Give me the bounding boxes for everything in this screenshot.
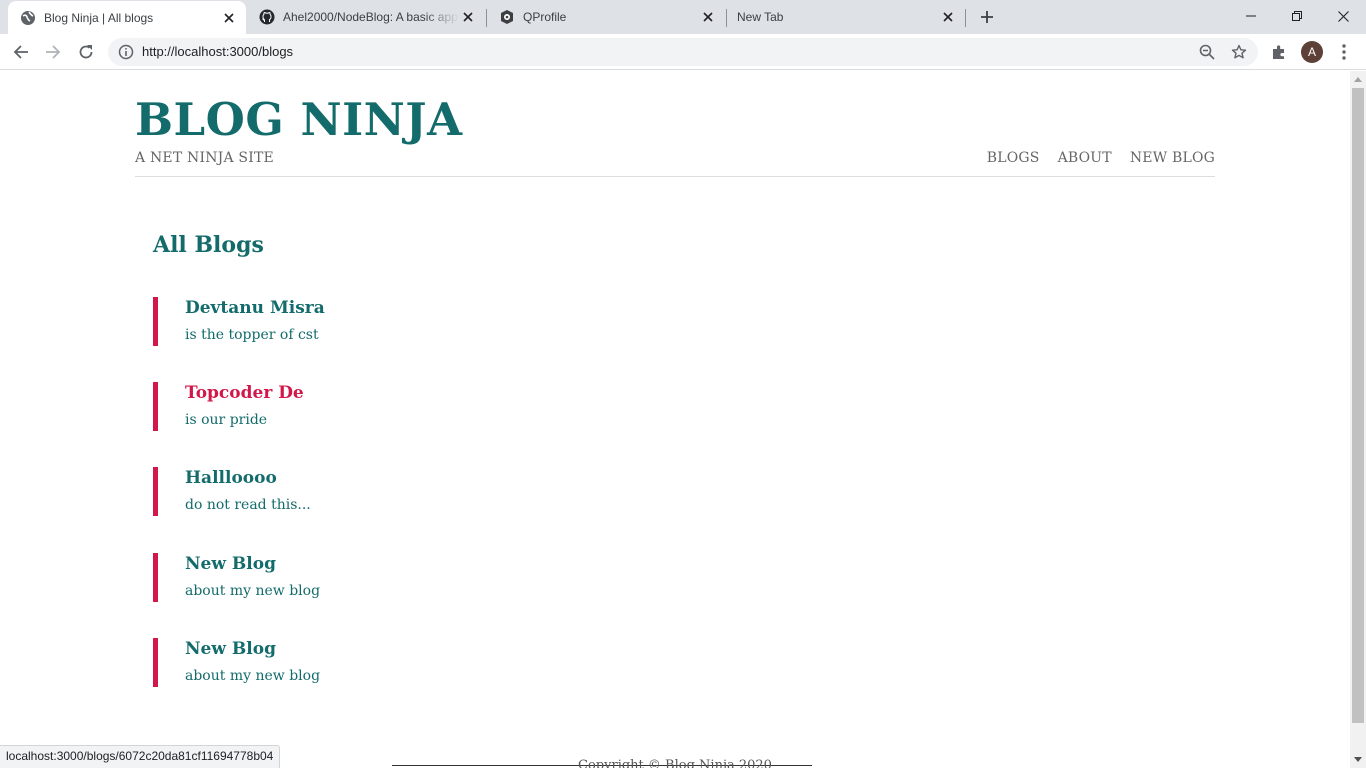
tab-separator [965,9,966,27]
address-bar[interactable]: http://localhost:3000/blogs [108,38,1258,66]
blog-snippet: is our pride [185,412,268,428]
blog-title[interactable]: Hallloooo [185,467,753,489]
nav-link-new-blog[interactable]: NEW BLOG [1130,150,1215,166]
blog-title[interactable]: New Blog [185,553,753,575]
qprofile-icon [499,9,515,25]
url-text[interactable]: http://localhost:3000/blogs [142,44,293,59]
tab-new-tab[interactable]: New Tab [727,0,965,34]
blog-item[interactable]: New Blog about my new blog [153,638,753,687]
scroll-up-arrow-icon[interactable] [1350,71,1366,88]
close-icon[interactable] [220,9,238,27]
site-title[interactable]: BLOG NINJA [135,93,463,146]
reload-button[interactable] [72,38,100,66]
github-icon [259,9,275,25]
blog-title[interactable]: Topcoder De [185,382,753,404]
link-status-bar: localhost:3000/blogs/6072c20da81cf116947… [0,745,281,768]
close-icon[interactable] [459,8,477,26]
page-title: All Blogs [153,232,264,258]
tab-title: Blog Ninja | All blogs [44,10,154,25]
profile-avatar[interactable]: A [1301,41,1323,63]
minimize-button[interactable] [1228,0,1274,32]
extensions-icon[interactable] [1269,42,1289,62]
header-divider [135,176,1215,177]
scroll-down-arrow-icon[interactable] [1350,751,1366,768]
blog-item[interactable]: Devtanu Misra is the topper of cst [153,297,753,346]
blog-list: Devtanu Misra is the topper of cst Topco… [153,296,753,723]
globe-icon [20,10,36,26]
nav-link-about[interactable]: ABOUT [1058,150,1112,166]
tab-title: Ahel2000/NodeBlog: A basic app [283,10,458,24]
restore-button[interactable] [1274,0,1320,32]
tab-blog-ninja[interactable]: Blog Ninja | All blogs [8,1,246,34]
blog-snippet: is the topper of cst [185,327,319,343]
blog-title[interactable]: Devtanu Misra [185,297,753,319]
blog-item[interactable]: Topcoder De is our pride [153,382,753,431]
new-tab-button[interactable] [975,5,999,29]
scrollbar-thumb[interactable] [1352,88,1364,723]
blog-snippet: about my new blog [185,583,321,599]
menu-kebab-icon[interactable] [1334,42,1354,62]
tab-strip: Blog Ninja | All blogs Ahel2000/NodeBlog… [0,0,1366,34]
info-icon[interactable] [118,44,134,60]
close-icon[interactable] [699,8,717,26]
blog-item[interactable]: Hallloooo do not read this... [153,467,753,516]
tab-title: QProfile [523,10,567,24]
page-scrollbar[interactable] [1350,71,1366,768]
bookmark-star-icon[interactable] [1230,43,1248,61]
back-button[interactable] [7,38,35,66]
close-icon[interactable] [939,8,957,26]
tab-github[interactable]: Ahel2000/NodeBlog: A basic app [247,0,485,34]
browser-toolbar: http://localhost:3000/blogs A [0,34,1366,70]
site-tagline: A NET NINJA SITE [135,150,274,166]
close-window-button[interactable] [1320,0,1366,32]
forward-button[interactable] [39,38,67,66]
site-nav: BLOGS ABOUT NEW BLOG [987,150,1215,166]
page-viewport: BLOG NINJA A NET NINJA SITE BLOGS ABOUT … [0,71,1366,768]
blog-snippet: about my new blog [185,668,321,684]
blog-title[interactable]: New Blog [185,638,753,660]
blog-snippet: do not read this... [185,497,311,513]
zoom-icon[interactable] [1198,43,1216,61]
tab-title: New Tab [737,10,784,24]
blog-item[interactable]: New Blog about my new blog [153,553,753,602]
nav-link-blogs[interactable]: BLOGS [987,150,1040,166]
tab-qprofile[interactable]: QProfile [487,0,725,34]
